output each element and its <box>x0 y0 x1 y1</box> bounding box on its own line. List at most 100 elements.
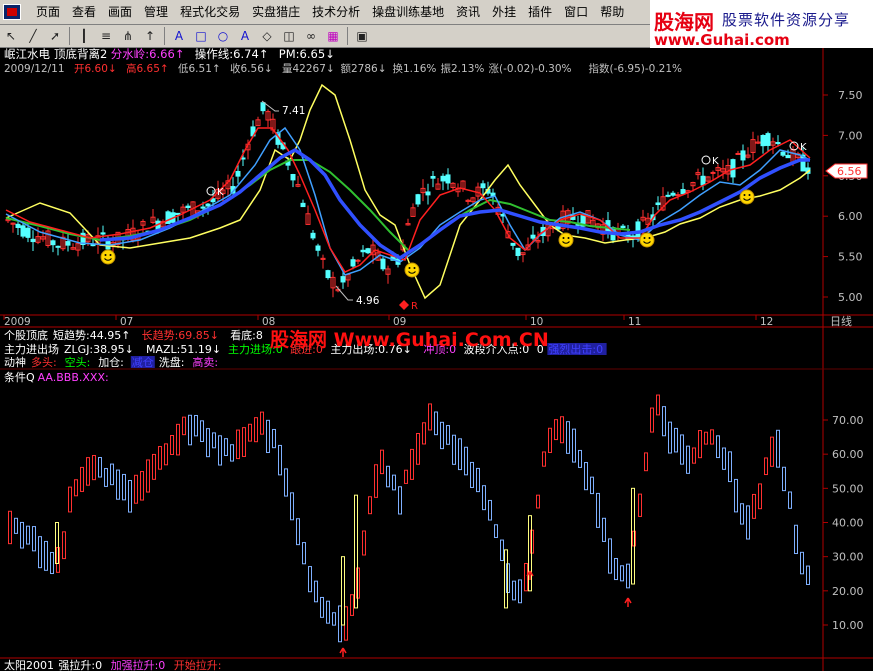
candle-body <box>440 175 446 182</box>
x-tick-label: 08 <box>262 316 275 328</box>
candle-body <box>425 191 431 196</box>
menu-item-0[interactable]: 页面 <box>30 0 66 24</box>
candle-body <box>20 225 26 237</box>
ind-momentum-part: 动神 <box>4 355 26 369</box>
smiley-icon <box>639 232 655 248</box>
r-marker-label: R <box>411 301 418 312</box>
candle-body <box>510 242 516 246</box>
current-price-label: 6.56 <box>837 165 862 178</box>
lower-y-tick-label: 20.00 <box>832 585 864 598</box>
eraser-icon[interactable]: ◫ <box>280 27 298 45</box>
candle-body <box>50 240 56 246</box>
menu-item-4[interactable]: 程式化交易 <box>174 0 246 24</box>
watermark-text: 股海网 Www.Guhai.Com.CN <box>270 328 549 351</box>
rect-icon[interactable]: □ <box>192 27 210 45</box>
y-tick-label: 5.00 <box>838 291 863 304</box>
ind-main-force-part: MAZL:51.19↓ <box>146 343 221 356</box>
menu-item-12[interactable]: 帮助 <box>594 0 630 24</box>
menu-item-7[interactable]: 操盘训练基地 <box>366 0 450 24</box>
circle-icon[interactable]: ○ <box>214 27 232 45</box>
fork-icon[interactable]: ⋔ <box>119 27 137 45</box>
candle-body <box>735 152 741 155</box>
candle-body <box>740 150 746 161</box>
x-tick-label: 07 <box>120 316 133 328</box>
ind-main-force-part: 强烈出击:0 <box>548 342 603 356</box>
ind-momentum-part: 多头: <box>31 355 57 369</box>
period-label: 日线 <box>830 314 852 328</box>
smiley-icon <box>100 249 116 265</box>
lower-y-tick-label: 70.00 <box>832 414 864 427</box>
info-part: 涨(-0.02)-0.30% <box>489 63 572 75</box>
info-part: 额2786↓ <box>341 62 387 75</box>
title-part: PM:6.65↓ <box>279 48 335 61</box>
x-tick-label: 2009 <box>4 316 31 328</box>
smiley-eye <box>748 194 751 196</box>
ind-condition-part: AA.BBB.XXX: <box>38 371 109 384</box>
link-icon[interactable]: ∞ <box>302 27 320 45</box>
menu-item-9[interactable]: 外挂 <box>486 0 522 24</box>
smiley-icon <box>739 189 755 205</box>
candle-body <box>445 174 451 184</box>
candle-body <box>340 276 346 283</box>
menu-item-3[interactable]: 管理 <box>138 0 174 24</box>
menu-item-1[interactable]: 查看 <box>66 0 102 24</box>
candle-body <box>430 175 436 179</box>
info-part: 低6.51↑ <box>178 62 221 75</box>
smiley-eye <box>648 237 651 239</box>
ind-momentum-part: 洗盘: <box>159 355 185 369</box>
menu-item-10[interactable]: 插件 <box>522 0 558 24</box>
candle-body <box>30 238 36 243</box>
high-label: 7.41 <box>282 105 305 117</box>
x-tick-label: 12 <box>760 316 773 328</box>
x-tick-label: 10 <box>530 316 543 328</box>
x-tick-label: 11 <box>628 316 641 328</box>
info-part: 开6.60↓ <box>74 63 117 75</box>
candle-body <box>325 270 331 279</box>
low-label: 4.96 <box>356 295 380 307</box>
lower-y-tick-label: 30.00 <box>832 551 864 564</box>
menu-item-8[interactable]: 资讯 <box>450 0 486 24</box>
menu-item-2[interactable]: 画面 <box>102 0 138 24</box>
colors-icon[interactable]: ▦ <box>324 27 342 45</box>
info-part: 2009/12/11 <box>4 63 65 75</box>
app-icon[interactable] <box>3 4 21 20</box>
candle-body <box>700 175 706 186</box>
ind-bottom-top-part: 短趋势:44.95↑ <box>53 328 130 342</box>
text-icon[interactable]: A <box>170 27 188 45</box>
bottom-indicator-part: 强拉升:0 <box>58 658 102 671</box>
candle-body <box>780 151 786 156</box>
save-icon[interactable]: ▣ <box>353 27 371 45</box>
candle-body <box>200 206 206 209</box>
lower-y-tick-label: 10.00 <box>832 619 864 632</box>
arrow-icon[interactable]: ➚ <box>46 27 64 45</box>
bars-icon[interactable]: ┃ <box>75 27 93 45</box>
candle-body <box>515 247 521 256</box>
smiley-eye <box>104 254 107 256</box>
candle-body <box>760 135 766 147</box>
list-icon[interactable]: ≡ <box>97 27 115 45</box>
up-arrow-icon[interactable]: ↑ <box>141 27 159 45</box>
ind-bottom-top-part: 长趋势:69.85↓ <box>142 329 219 342</box>
lower-y-tick-label: 60.00 <box>832 448 864 461</box>
ind-momentum-part: 减仓 <box>132 355 154 369</box>
cursor-icon[interactable]: ↖ <box>2 27 20 45</box>
line-icon[interactable]: ╱ <box>24 27 42 45</box>
title-part: 操作线:6.74↑ <box>195 48 269 61</box>
candle-body <box>65 241 71 246</box>
text-tool-icon[interactable]: A <box>236 27 254 45</box>
shape-icon[interactable]: ◇ <box>258 27 276 45</box>
bottom-indicator-part: 加强拉升:0 <box>111 658 166 671</box>
stock-chart-area[interactable]: 岷江水电 顶底背离2 分水岭:6.66↑ 操作线:6.74↑ PM:6.65↓ 2009/… <box>0 48 873 671</box>
candle-body <box>25 227 31 238</box>
ind-momentum-part: 加仓: <box>98 355 124 369</box>
k-marker-label: K <box>712 156 719 167</box>
smiley-eye <box>562 237 565 239</box>
candle-body <box>175 212 181 215</box>
candle-body <box>365 248 371 254</box>
menu-item-6[interactable]: 技术分析 <box>306 0 366 24</box>
menu-item-11[interactable]: 窗口 <box>558 0 594 24</box>
smiley-eye <box>109 254 112 256</box>
ind-condition-part: 条件Q <box>4 370 35 384</box>
menu-item-5[interactable]: 实盘猎庄 <box>246 0 306 24</box>
info-part: 高6.65↑ <box>126 62 169 75</box>
